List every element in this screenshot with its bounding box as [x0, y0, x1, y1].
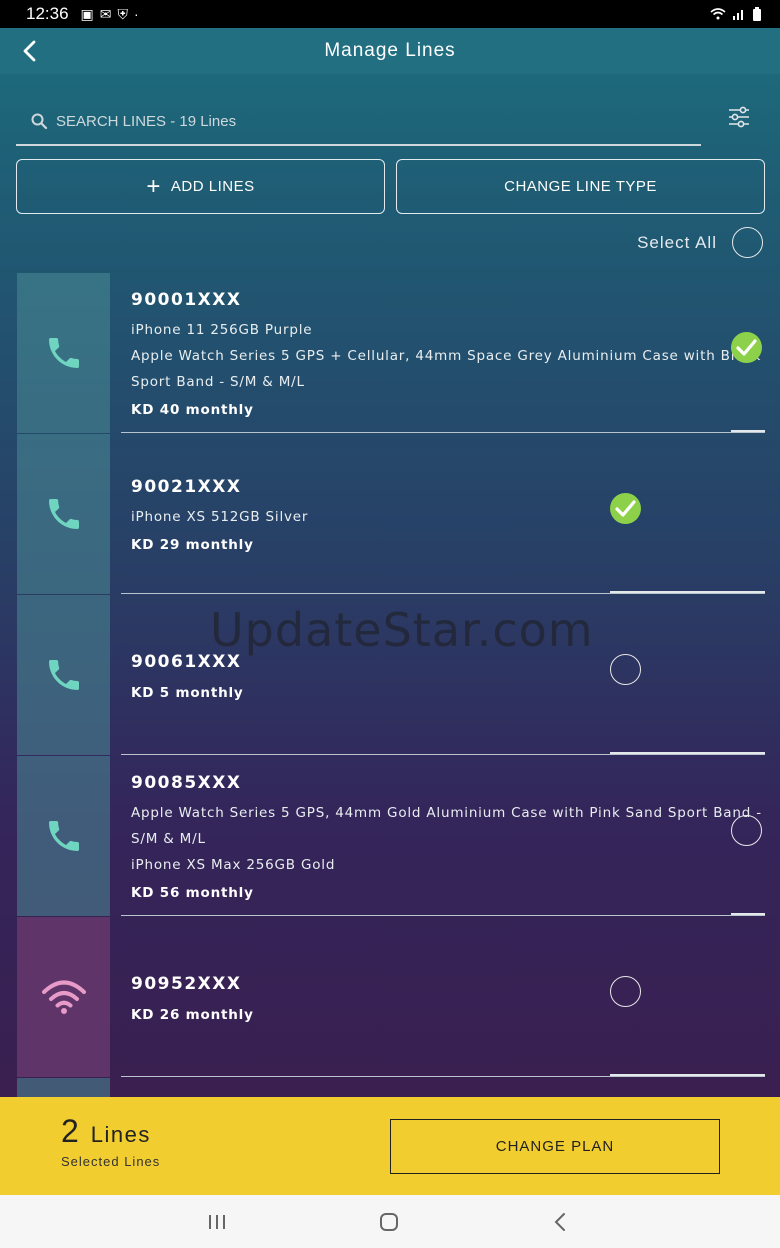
search-placeholder: SEARCH LINES - 19 Lines — [56, 112, 237, 130]
wifi-status-icon — [710, 8, 726, 20]
row-divider-accent — [731, 430, 765, 432]
line-price: KD 40 monthly — [131, 402, 254, 418]
status-system-icons — [710, 7, 762, 21]
status-notification-icons: ▣ ✉ ⛨ · — [81, 6, 139, 23]
row-divider — [121, 915, 765, 916]
mail-icon: ✉ — [99, 5, 112, 22]
line-device: iPhone XS 512GB Silver — [131, 509, 309, 525]
filter-sliders-icon[interactable] — [726, 104, 752, 130]
selected-count-number: 2 — [61, 1113, 79, 1149]
status-bar: 12:36 ▣ ✉ ⛨ · — [0, 0, 780, 28]
line-row[interactable]: 90085XXX Apple Watch Series 5 GPS, 44mm … — [0, 756, 780, 917]
change-line-type-label: CHANGE LINE TYPE — [504, 178, 657, 195]
add-lines-label: ADD LINES — [170, 178, 255, 195]
line-type-tile — [17, 273, 110, 433]
lines-list: 90001XXX iPhone 11 256GB Purple Apple Wa… — [0, 273, 780, 1097]
line-number: 90001XXX — [131, 290, 242, 310]
line-checkbox-checked[interactable] — [610, 493, 641, 524]
line-row[interactable]: 90001XXX iPhone 11 256GB Purple Apple Wa… — [0, 273, 780, 434]
phone-icon — [48, 499, 79, 529]
phone-icon — [48, 660, 79, 690]
row-divider-accent — [731, 913, 765, 915]
line-price: KD 26 monthly — [131, 1007, 254, 1023]
row-divider-accent — [610, 1074, 765, 1076]
line-checkbox[interactable] — [610, 654, 641, 685]
back-arrow-icon[interactable] — [18, 38, 42, 64]
gallery-icon: ▣ — [80, 5, 94, 22]
row-divider-accent — [610, 591, 765, 593]
line-checkbox-checked[interactable] — [731, 332, 762, 363]
line-number: 90085XXX — [131, 773, 242, 793]
select-all-label[interactable]: Select All — [637, 233, 717, 253]
line-device: Apple Watch Series 5 GPS + Cellular, 44m… — [131, 348, 762, 364]
recent-apps-icon[interactable] — [202, 1207, 232, 1237]
line-device: iPhone 11 256GB Purple — [131, 322, 313, 338]
row-divider — [121, 432, 765, 433]
line-number: 90952XXX — [131, 974, 242, 994]
row-divider-accent — [610, 752, 765, 754]
plus-icon: + — [146, 172, 161, 200]
dot-icon: · — [134, 6, 139, 22]
page-title: Manage Lines — [324, 40, 456, 61]
signal-icon — [733, 10, 743, 20]
status-time: 12:36 — [26, 4, 69, 23]
line-type-tile — [17, 595, 110, 755]
selected-count: 2 Lines — [61, 1113, 151, 1150]
selected-lines-label: Selected Lines — [61, 1154, 161, 1169]
system-nav-bar — [0, 1195, 780, 1248]
selected-count-unit: Lines — [90, 1122, 151, 1147]
app-bar: Manage Lines — [0, 28, 780, 74]
line-price: KD 29 monthly — [131, 537, 254, 553]
phone-icon — [48, 338, 79, 368]
selection-footer: 2 Lines Selected Lines CHANGE PLAN — [0, 1097, 780, 1195]
change-line-type-button[interactable]: CHANGE LINE TYPE — [396, 159, 765, 214]
line-type-tile — [17, 1078, 110, 1097]
line-device: iPhone XS Max 256GB Gold — [131, 857, 336, 873]
checkmark-icon — [615, 500, 636, 517]
line-device: Apple Watch Series 5 GPS, 44mm Gold Alum… — [131, 805, 762, 821]
line-checkbox[interactable] — [731, 815, 762, 846]
line-device: Sport Band - S/M & M/L — [131, 374, 305, 390]
line-row[interactable]: 90952XXX KD 26 monthly — [0, 917, 780, 1078]
line-price: KD 5 monthly — [131, 685, 244, 701]
back-nav-icon[interactable] — [545, 1207, 575, 1237]
select-all-row: Select All — [0, 227, 780, 258]
line-type-tile — [17, 756, 110, 916]
change-plan-button[interactable]: CHANGE PLAN — [390, 1119, 720, 1174]
line-checkbox[interactable] — [610, 976, 641, 1007]
phone-icon — [48, 821, 79, 851]
line-number: 90021XXX — [131, 477, 242, 497]
row-divider — [121, 593, 765, 594]
checkmark-icon — [736, 339, 757, 356]
row-divider — [121, 1076, 765, 1077]
line-price: KD 56 monthly — [131, 885, 254, 901]
line-type-tile — [17, 434, 110, 594]
line-type-tile — [17, 917, 110, 1077]
select-all-checkbox[interactable] — [732, 227, 763, 258]
shield-icon: ⛨ — [117, 5, 129, 22]
row-divider — [121, 754, 765, 755]
home-icon[interactable] — [374, 1207, 404, 1237]
watermark-text: UpdateStar.com — [210, 603, 594, 657]
line-row[interactable] — [0, 1078, 780, 1097]
line-device: S/M & M/L — [131, 831, 206, 847]
line-row[interactable]: 90021XXX iPhone XS 512GB Silver KD 29 mo… — [0, 434, 780, 595]
wifi-icon — [41, 980, 86, 1014]
add-lines-button[interactable]: + ADD LINES — [16, 159, 385, 214]
battery-icon — [753, 7, 761, 21]
search-input[interactable]: SEARCH LINES - 19 Lines — [16, 98, 701, 146]
search-icon — [31, 113, 48, 130]
